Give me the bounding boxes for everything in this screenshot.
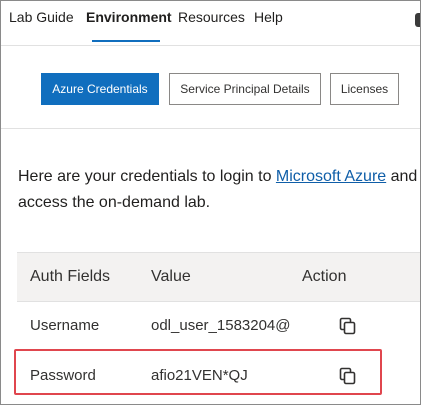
header-auth-fields: Auth Fields	[30, 268, 111, 285]
top-navigation: Lab Guide Environment Resources Help	[1, 1, 420, 46]
row-value-username: odl_user_1583204@	[151, 317, 291, 334]
tab-lab-guide[interactable]: Lab Guide	[9, 8, 74, 42]
header-value: Value	[151, 268, 191, 285]
section-divider	[1, 128, 420, 129]
azure-credentials-button[interactable]: Azure Credentials	[41, 73, 159, 105]
header-action: Action	[302, 268, 347, 285]
credentials-table-header: Auth Fields Value Action	[17, 252, 420, 302]
environment-panel: Lab Guide Environment Resources Help Azu…	[0, 0, 421, 405]
collapse-handle-icon[interactable]	[415, 13, 420, 27]
service-principal-details-button[interactable]: Service Principal Details	[169, 73, 321, 105]
intro-text-line2: access the on-demand lab.	[18, 194, 211, 211]
credentials-intro-text: Here are your credentials to login to Mi…	[18, 164, 418, 216]
copy-icon[interactable]	[338, 316, 358, 336]
row-field-username: Username	[30, 317, 100, 334]
microsoft-azure-link[interactable]: Microsoft Azure	[276, 168, 386, 185]
tab-resources[interactable]: Resources	[178, 8, 245, 42]
active-tab-indicator	[92, 40, 160, 42]
password-row-highlight	[14, 349, 382, 395]
intro-text-suffix: and	[386, 168, 418, 185]
tab-environment[interactable]: Environment	[86, 8, 172, 42]
tab-environment-label: Environment	[86, 9, 172, 25]
licenses-button[interactable]: Licenses	[330, 73, 399, 105]
intro-text-prefix: Here are your credentials to login to	[18, 168, 276, 185]
tab-help[interactable]: Help	[254, 8, 283, 42]
